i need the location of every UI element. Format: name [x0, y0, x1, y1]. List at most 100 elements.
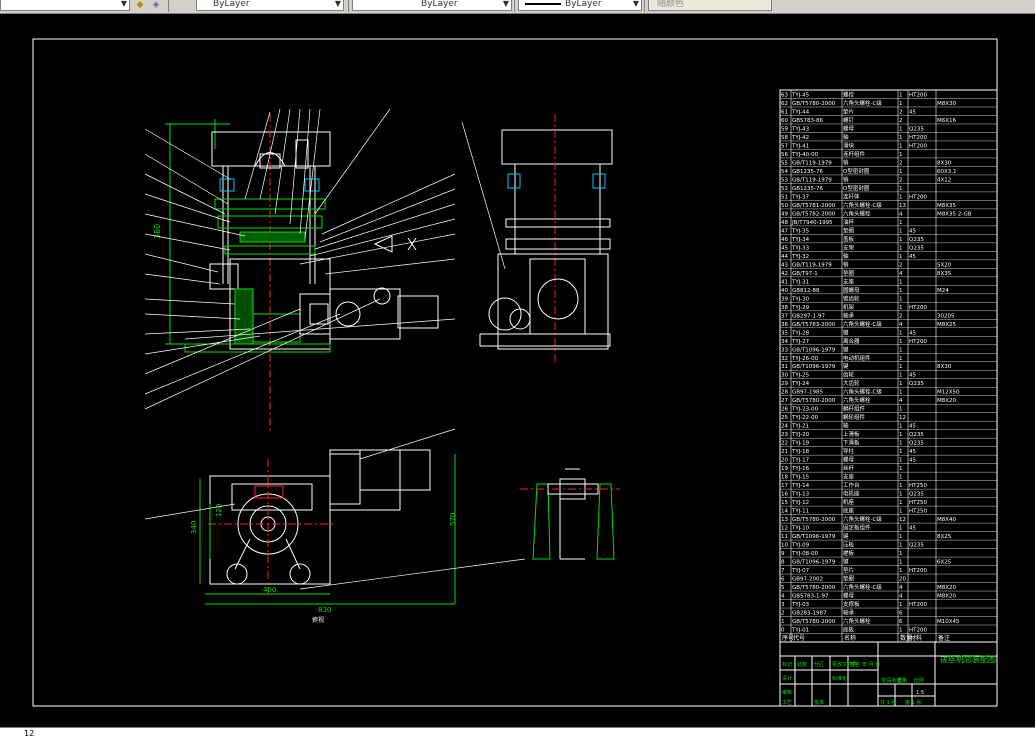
- bom-cell: 34: [781, 339, 788, 345]
- title-block[interactable]: 搓丝机总装配图 标记 处数 分区 更改文件号 签名 年.月.日 设计 标准化 阶…: [779, 641, 998, 707]
- lineweight-select[interactable]: ByLayer ▼: [518, 0, 642, 11]
- bom-cell: GB/T5780-2000: [792, 101, 836, 107]
- linetype-select[interactable]: ByLayer ▼: [352, 0, 512, 11]
- dim-plan-depth: 120: [215, 504, 223, 517]
- bom-cell: 六角头螺栓-C级: [843, 201, 882, 209]
- tb-r1-1: 处数: [797, 661, 807, 668]
- bom-cell: 搓板: [843, 549, 855, 557]
- tb-design: 设计: [782, 675, 792, 682]
- bom-cell: 1: [899, 381, 903, 387]
- bom-cell: 36: [781, 322, 788, 328]
- chevron-down-icon: ▼: [502, 0, 509, 8]
- bom-cell: 56: [781, 152, 788, 158]
- bom-cell: 38: [781, 305, 788, 311]
- bom-cell: 连杆体: [843, 192, 860, 200]
- bom-table[interactable]: 63 TYJ-45 螺栓 1 HT20062 GB/T5780-2000 六角头螺栓-C级 1…: [779, 89, 998, 643]
- bom-cell: M8X30: [937, 101, 957, 107]
- plan-view[interactable]: 400 830 340 120 570 俯视: [144, 428, 526, 624]
- color-select[interactable]: ByLayer ▼: [196, 0, 344, 11]
- bom-cell: 45: [781, 245, 788, 251]
- bom-cell: 蜗轮组件: [843, 413, 866, 421]
- bom-cell: 1: [899, 500, 903, 506]
- coordinate-readout: 12: [24, 729, 35, 738]
- bom-cell: 垫圈: [843, 575, 855, 583]
- bom-cell: TYJ-33: [791, 245, 810, 251]
- bom-cell: 1: [899, 237, 903, 243]
- bom-cell: 键: [843, 558, 849, 566]
- bom-cell: TYJ-23-00: [791, 407, 819, 413]
- bom-cell: 1: [899, 628, 903, 634]
- chevron-down-icon: ▼: [334, 0, 341, 8]
- bom-cell: 1: [899, 492, 903, 498]
- bom-cell: TYJ-07: [791, 568, 810, 574]
- bom-cell: 61: [781, 109, 788, 115]
- lineweight-sample: [525, 3, 561, 5]
- bom-cell: 2: [899, 160, 903, 166]
- bom-cell: HT200: [909, 305, 927, 311]
- bom-cell: 1: [899, 475, 903, 481]
- bom-cell: 4: [899, 398, 903, 404]
- bom-cell: TYJ-16: [791, 466, 810, 472]
- bom-cell: 销: [843, 175, 849, 183]
- bom-cell: 1: [899, 92, 903, 98]
- bom-cell: 15: [781, 500, 788, 506]
- bom-cell: 4X12: [937, 177, 951, 183]
- bom-cell: 锥齿轮: [843, 294, 860, 302]
- bom-cell: 30205: [937, 313, 955, 319]
- bom-cell: 滑块: [843, 141, 855, 149]
- bom-cell: HT200: [909, 628, 927, 634]
- bom-cell: 1: [899, 169, 903, 175]
- bom-cell: 螺栓: [843, 90, 855, 98]
- bom-cell: 59: [781, 126, 788, 132]
- layer-select-partial[interactable]: ▼: [0, 0, 130, 11]
- bom-cell: 45: [909, 526, 916, 532]
- bom-cell: 螺母: [843, 124, 855, 132]
- bom-cell: 45: [909, 424, 916, 430]
- bom-cell: 14: [781, 509, 788, 515]
- front-view[interactable]: 380: [144, 108, 456, 434]
- bom-cell: GB/T5780-2000: [792, 585, 836, 591]
- bom-cell: 工作台: [843, 481, 860, 489]
- plotstyle-select[interactable]: 随颜色: [648, 0, 772, 11]
- bom-cell: M24: [937, 288, 949, 294]
- drawing-canvas[interactable]: 38 0 400 830 340 120 570 俯视 63 TYJ-45 螺栓 …: [0, 14, 1035, 726]
- bom-cell: 7: [781, 568, 785, 574]
- bom-cell: 支座: [843, 473, 855, 481]
- cad-drawing[interactable]: 38 0 400 830 340 120 570 俯视 63 TYJ-45 螺栓 …: [0, 14, 1035, 726]
- bom-cell: 1: [899, 347, 903, 353]
- bom-cell: 45: [909, 254, 916, 260]
- side-view[interactable]: [461, 114, 613, 364]
- bom-cell: 0: [781, 628, 785, 634]
- bom-cell: GB/T5780-2000: [792, 517, 836, 523]
- bom-cell: 支架: [843, 243, 855, 251]
- bom-cell: 6X25: [937, 560, 952, 566]
- bom-cell: 1: [899, 305, 903, 311]
- bom-cell: TYJ-09: [791, 543, 810, 549]
- bom-cell: TYJ-30: [791, 296, 810, 302]
- bom-cell: 10: [781, 543, 788, 549]
- bom-cell: TYJ-15: [791, 475, 810, 481]
- bom-cell: TYJ-44: [791, 109, 810, 115]
- bom-cell: 1: [899, 551, 903, 557]
- bom-cell: 8X30: [937, 160, 952, 166]
- bom-cell: 1: [899, 143, 903, 149]
- layer-previous-icon[interactable]: ◈: [150, 0, 162, 10]
- layer-stack-icon[interactable]: ◆: [134, 0, 146, 10]
- bom-cell: 螺母: [843, 592, 855, 600]
- bom-cell: 6: [899, 619, 903, 625]
- detail-view[interactable]: [520, 468, 620, 560]
- tb-scale: 比例: [914, 677, 924, 684]
- bom-cell: 45: [909, 330, 916, 336]
- tb-ok: 批准: [814, 699, 824, 706]
- bom-cell: 离合器: [843, 337, 860, 345]
- bom-cell: Q235: [909, 237, 924, 243]
- bom-cell: 18: [781, 475, 788, 481]
- bom-header-cell: 材料: [910, 634, 922, 642]
- bom-cell: 4: [899, 271, 903, 277]
- bom-cell: 螺母: [843, 456, 855, 464]
- bom-cell: TYJ-45: [791, 92, 810, 98]
- bom-cell: 轴: [843, 133, 849, 141]
- bom-cell: 23: [781, 432, 788, 438]
- bom-cell: 1: [899, 466, 903, 472]
- bom-cell: M8X35: [937, 203, 957, 209]
